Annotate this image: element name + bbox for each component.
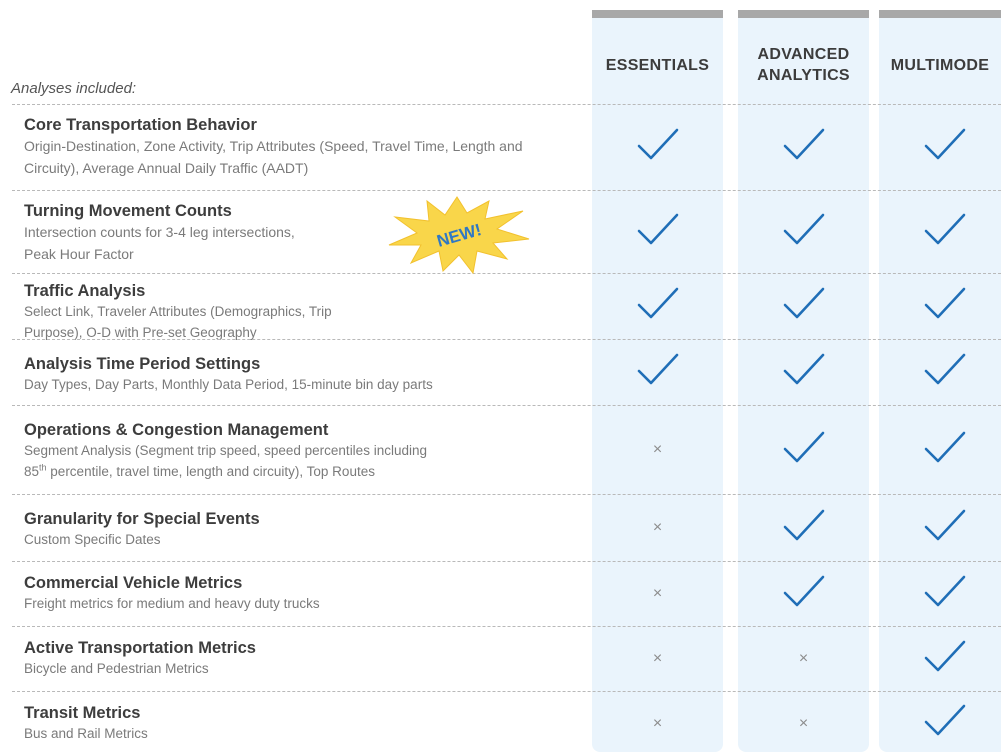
feature-description: Day Types, Day Parts, Monthly Data Perio…: [24, 377, 433, 392]
cell-advanced: [738, 495, 869, 561]
ordinal-suffix: th: [39, 462, 47, 473]
cell-essentials: ×: [592, 692, 723, 755]
check-icon: [922, 573, 968, 616]
cell-advanced: [738, 105, 869, 190]
feature-description: Bus and Rail Metrics: [24, 726, 148, 741]
feature-title: Granularity for Special Events: [24, 510, 260, 528]
feature-description-line2: 85th percentile, travel time, length and…: [24, 461, 584, 482]
feature-row-operations-congestion: Operations & Congestion Management Segme…: [12, 405, 1001, 494]
feature-description: Origin-Destination, Zone Activity, Trip …: [24, 138, 523, 176]
new-badge-starburst-icon: NEW!: [388, 196, 530, 275]
cell-essentials: ×: [592, 406, 723, 494]
cell-multimode: [879, 627, 1001, 691]
percentile-number: 85: [24, 464, 40, 479]
check-icon: [635, 351, 681, 394]
check-icon: [781, 507, 827, 550]
feature-row-traffic-analysis: Traffic Analysis Select Link, Traveler A…: [12, 273, 1001, 340]
check-icon: [781, 126, 827, 169]
feature-row-analysis-time-period: Analysis Time Period Settings Day Types,…: [12, 339, 1001, 405]
feature-description: Freight metrics for medium and heavy dut…: [24, 596, 320, 611]
feature-row-commercial-vehicle: Commercial Vehicle Metrics Freight metri…: [12, 561, 1001, 626]
feature-description-line1: Segment Analysis (Segment trip speed, sp…: [24, 443, 427, 458]
cell-essentials: ×: [592, 495, 723, 561]
feature-description: Bicycle and Pedestrian Metrics: [24, 661, 209, 676]
cell-multimode: [879, 562, 1001, 626]
check-icon: [635, 126, 681, 169]
cross-icon: ×: [652, 441, 663, 458]
feature-row-transit-metrics: Transit Metrics Bus and Rail Metrics × ×: [12, 691, 1001, 755]
check-icon: [635, 211, 681, 254]
cell-multimode: [879, 340, 1001, 405]
cross-icon: ×: [652, 714, 663, 732]
feature-title: Traffic Analysis: [24, 282, 146, 300]
check-icon: [781, 351, 827, 394]
check-icon: [922, 211, 968, 254]
cell-essentials: [592, 274, 723, 339]
cell-essentials: [592, 105, 723, 190]
cross-icon: ×: [652, 650, 663, 667]
cell-advanced: [738, 191, 869, 273]
check-icon: [635, 285, 681, 328]
cross-icon: ×: [798, 714, 809, 732]
check-icon: [922, 638, 968, 681]
cell-advanced: ×: [738, 627, 869, 691]
feature-title: Active Transportation Metrics: [24, 639, 256, 657]
check-icon: [922, 351, 968, 394]
comparison-table: ESSENTIALS ADVANCED ANALYTICS MULTIMODE …: [0, 0, 1001, 755]
cell-essentials: ×: [592, 627, 723, 691]
cell-advanced: [738, 406, 869, 494]
check-icon: [922, 126, 968, 169]
check-icon: [922, 507, 968, 550]
analyses-included-label: Analyses included:: [11, 80, 137, 97]
check-icon: [922, 429, 968, 472]
cell-essentials: ×: [592, 562, 723, 626]
cell-multimode: [879, 495, 1001, 561]
cross-icon: ×: [652, 519, 663, 536]
feature-row-core-transportation: Core Transportation Behavior Origin-Dest…: [12, 104, 1001, 190]
feature-title: Transit Metrics: [24, 704, 141, 722]
cell-advanced: ×: [738, 692, 869, 755]
cell-multimode: [879, 692, 1001, 755]
cell-advanced: [738, 274, 869, 339]
check-icon: [781, 429, 827, 472]
check-icon: [781, 211, 827, 254]
cross-icon: ×: [652, 585, 663, 602]
feature-title: Operations & Congestion Management: [24, 421, 329, 439]
feature-description: Custom Specific Dates: [24, 532, 161, 547]
feature-row-special-events: Granularity for Special Events Custom Sp…: [12, 494, 1001, 561]
cell-advanced: [738, 340, 869, 405]
feature-row-active-transportation: Active Transportation Metrics Bicycle an…: [12, 626, 1001, 691]
feature-description-line1: Select Link, Traveler Attributes (Demogr…: [24, 304, 332, 319]
cell-multimode: [879, 406, 1001, 494]
check-icon: [922, 702, 968, 745]
feature-title: Commercial Vehicle Metrics: [24, 574, 243, 592]
cell-multimode: [879, 274, 1001, 339]
cell-essentials: [592, 191, 723, 273]
feature-title: Core Transportation Behavior: [24, 116, 257, 134]
cell-multimode: [879, 191, 1001, 273]
cell-advanced: [738, 562, 869, 626]
check-icon: [781, 285, 827, 328]
cell-multimode: [879, 105, 1001, 190]
check-icon: [781, 573, 827, 616]
check-icon: [922, 285, 968, 328]
feature-title: Analysis Time Period Settings: [24, 355, 261, 373]
description-rest: percentile, travel time, length and circ…: [46, 464, 375, 479]
cross-icon: ×: [798, 650, 809, 667]
cell-essentials: [592, 340, 723, 405]
